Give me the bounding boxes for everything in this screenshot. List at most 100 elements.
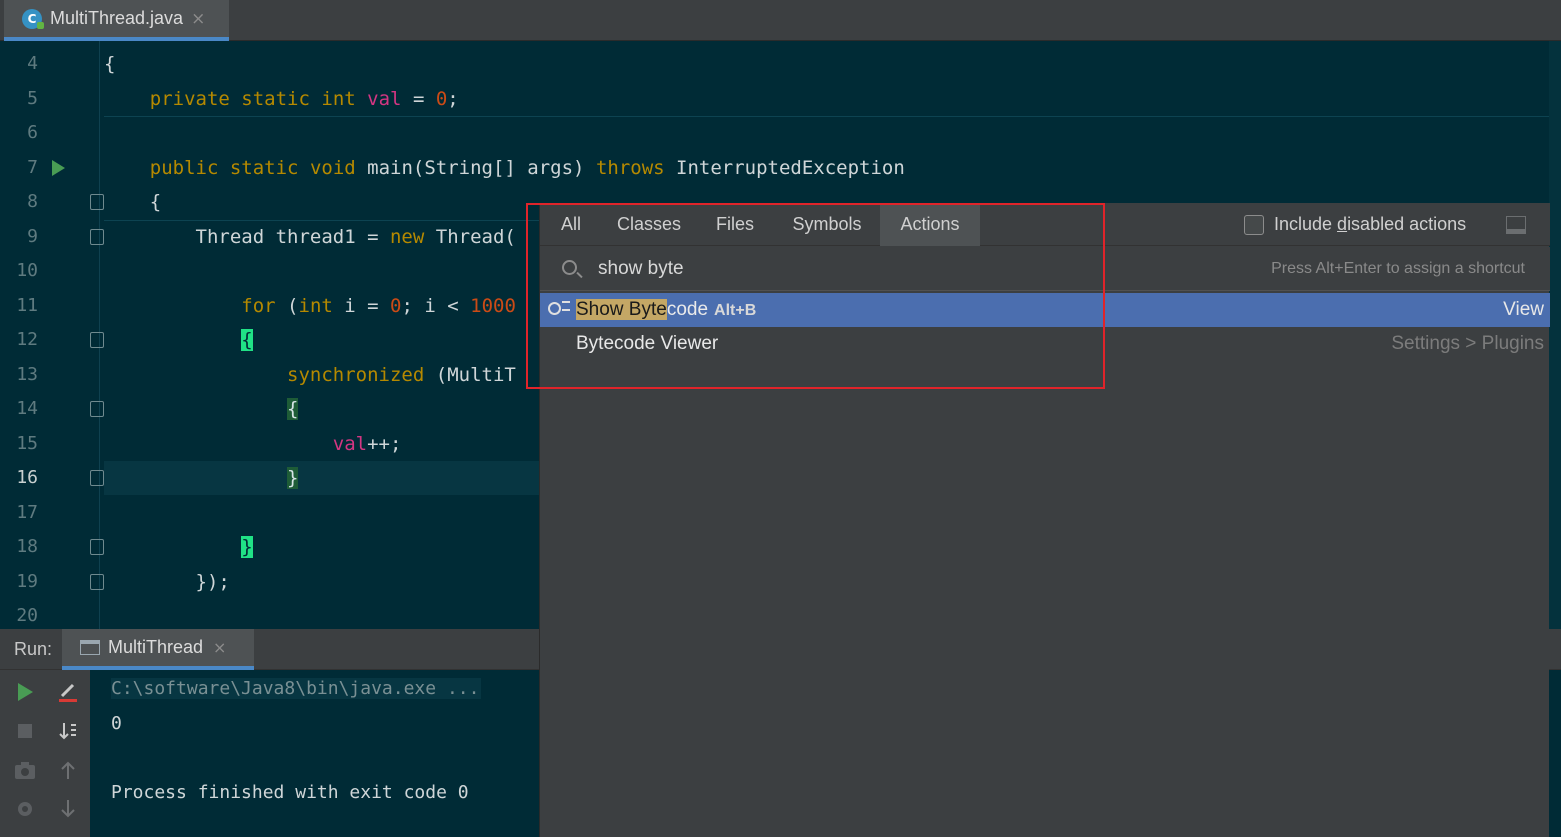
fold-marker-icon[interactable]: [90, 470, 104, 486]
gutter-line: 15: [0, 427, 100, 461]
run-toolbar: [0, 670, 90, 837]
fold-marker-icon[interactable]: [90, 539, 104, 555]
editor-tab-label: MultiThread.java: [50, 8, 184, 28]
checkbox-icon[interactable]: [1244, 214, 1264, 235]
fold-marker-icon[interactable]: [90, 228, 104, 245]
run-tab-multithread[interactable]: MultiThread ×: [62, 629, 254, 670]
arrow-up-icon: [61, 761, 75, 779]
line-number: 20: [16, 605, 38, 626]
camera-icon: [15, 762, 35, 779]
gutter-line: 12: [0, 323, 104, 357]
tab-all[interactable]: All: [540, 203, 602, 246]
editor-gutter: 4 5 6 7 8 9 10 11 12 13 14 15 16 17 18 19 20: [0, 41, 104, 629]
tab-symbols[interactable]: Symbols: [774, 203, 880, 246]
gutter-line: 16: [0, 461, 104, 495]
search-everywhere-popup: All Classes Files Symbols Actions Includ…: [539, 203, 1550, 837]
run-gutter-icon[interactable]: [52, 159, 65, 176]
code-line[interactable]: [104, 116, 1561, 150]
pin-window-icon[interactable]: [1506, 216, 1526, 234]
bug-gear-icon: [18, 802, 32, 816]
gutter-line: 14: [0, 392, 104, 426]
gutter-line: 19: [0, 565, 104, 599]
close-icon[interactable]: ×: [191, 9, 205, 29]
console-line: Process finished with exit code 0: [111, 782, 469, 803]
line-number: 14: [16, 398, 38, 419]
shortcut-hint: Press Alt+Enter to assign a shortcut: [1271, 260, 1525, 277]
search-icon: [562, 260, 577, 275]
result-item-show-bytecode[interactable]: Show Bytecode Alt+B View: [540, 293, 1550, 327]
show-bytecode-icon: [548, 300, 570, 320]
restore-layout-button[interactable]: [11, 795, 39, 823]
result-location: View: [1503, 299, 1544, 320]
tab-actions[interactable]: Actions: [880, 203, 980, 246]
pencil-icon: [59, 683, 77, 702]
line-number: 18: [16, 536, 38, 557]
console-command[interactable]: C:\software\Java8\bin\java.exe ...: [111, 678, 482, 699]
include-disabled-label: Include disabled actions: [1274, 214, 1467, 234]
line-number: 12: [16, 329, 38, 350]
gutter-line: 9: [0, 220, 104, 254]
gutter-line: 17: [0, 496, 100, 530]
line-number: 4: [27, 53, 38, 74]
method-separator: [104, 116, 1561, 117]
editor-tab-bar: C MultiThread.java ×: [0, 0, 1561, 41]
stop-icon: [18, 724, 32, 738]
rerun-button[interactable]: [11, 678, 39, 706]
console-line: 0: [111, 713, 122, 734]
search-tabs: All Classes Files Symbols Actions Includ…: [540, 203, 1550, 246]
result-location: Settings > Plugins: [1391, 333, 1544, 354]
fold-marker-icon[interactable]: [90, 401, 104, 417]
play-icon: [17, 683, 33, 701]
console-line: C:\software\Java8\bin\java.exe ...: [111, 672, 482, 706]
previous-occurrence-button[interactable]: [54, 756, 82, 784]
dump-threads-button[interactable]: [11, 756, 39, 784]
line-number: 17: [16, 501, 38, 523]
code-line[interactable]: private static int val = 0;: [104, 82, 1561, 116]
run-tab-label: MultiThread: [108, 637, 204, 657]
run-config-icon: [80, 640, 100, 655]
fold-marker-icon[interactable]: [90, 573, 104, 590]
code-line[interactable]: {: [104, 47, 1561, 81]
line-number: 7: [27, 156, 38, 178]
fold-marker-icon[interactable]: [90, 332, 104, 348]
clear-console-button[interactable]: [54, 678, 82, 706]
search-field[interactable]: show byte Press Alt+Enter to assign a sh…: [540, 247, 1550, 291]
search-input[interactable]: show byte: [598, 247, 684, 291]
line-number: 16: [16, 467, 38, 488]
sort-down-icon: [59, 723, 76, 740]
stop-button[interactable]: [11, 717, 39, 745]
include-disabled-checkbox[interactable]: Include disabled actions: [1244, 214, 1466, 235]
gutter-line: 7: [0, 151, 100, 185]
fold-marker-icon[interactable]: [90, 194, 104, 210]
gutter-line: 8: [0, 185, 104, 219]
close-icon[interactable]: ×: [213, 638, 226, 657]
arrow-down-icon: [61, 800, 75, 818]
tab-classes[interactable]: Classes: [602, 203, 696, 246]
run-title: Run:: [14, 639, 53, 659]
gutter-line: 13: [0, 358, 100, 392]
gutter-line: 18: [0, 530, 104, 564]
result-name: Bytecode Viewer: [576, 333, 719, 354]
line-number: 5: [27, 87, 38, 109]
gutter-line: 4: [0, 47, 100, 81]
line-number: 13: [16, 363, 38, 385]
code-line[interactable]: public static void main(String[] args) t…: [104, 151, 1561, 185]
result-item-bytecode-viewer[interactable]: Bytecode Viewer Settings > Plugins: [540, 327, 1550, 361]
line-number: 9: [27, 225, 38, 247]
line-number: 8: [27, 191, 38, 212]
tab-files[interactable]: Files: [696, 203, 774, 246]
line-number: 15: [16, 432, 38, 454]
scroll-to-end-button[interactable]: [54, 717, 82, 745]
gutter-line: 6: [0, 116, 100, 150]
gutter-line: 10: [0, 254, 100, 288]
editor-scrollbar[interactable]: [1549, 41, 1561, 629]
line-number: 10: [16, 260, 38, 281]
line-number: 6: [27, 122, 38, 143]
result-name: Show Bytecode Alt+B: [576, 299, 757, 320]
next-occurrence-button[interactable]: [54, 795, 82, 823]
editor-tab-multithread[interactable]: C MultiThread.java ×: [4, 0, 229, 41]
gutter-line: 11: [0, 289, 100, 323]
gutter-line: 5: [0, 82, 100, 116]
line-number: 11: [16, 294, 38, 316]
java-class-icon: C: [22, 8, 44, 29]
